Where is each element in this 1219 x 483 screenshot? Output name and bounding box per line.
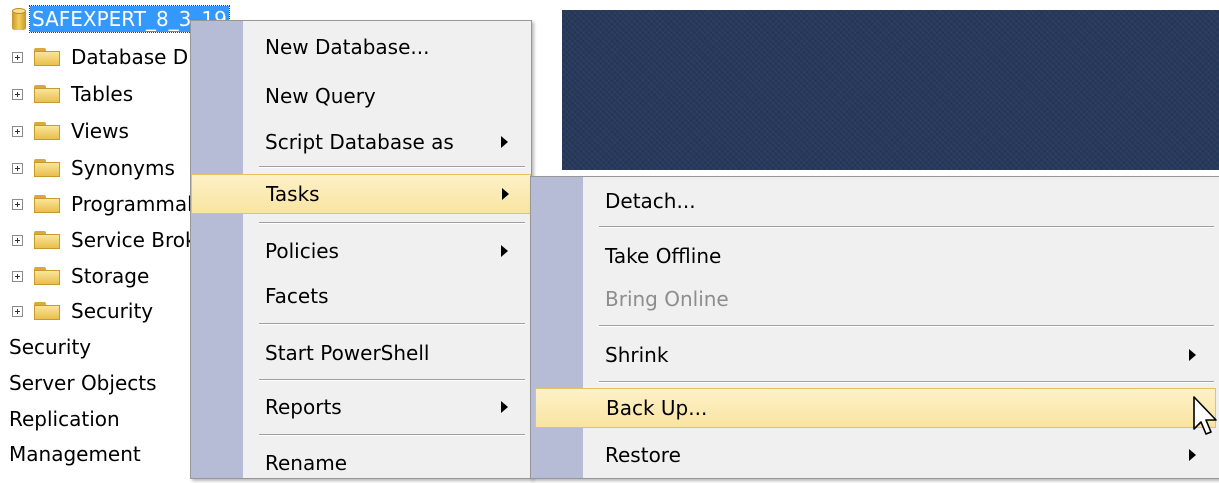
menu-item-label: Shrink (605, 343, 669, 367)
menu-separator (599, 325, 1214, 327)
submenu-arrow-icon (501, 401, 508, 413)
folder-icon (34, 195, 60, 213)
menu-item-new-database[interactable]: New Database... (191, 27, 531, 67)
expand-icon[interactable] (12, 270, 23, 282)
menu-item-start-powershell[interactable]: Start PowerShell (191, 333, 531, 373)
menu-item-back-up[interactable]: Back Up... (535, 388, 1216, 428)
folder-icon (34, 48, 60, 66)
tree-folder[interactable]: Tables (12, 77, 133, 111)
menu-item-new-query[interactable]: New Query (191, 76, 531, 116)
menu-item-label: Restore (605, 443, 681, 467)
document-area-background (562, 10, 1219, 170)
menu-item-facets[interactable]: Facets (191, 276, 531, 316)
tree-root-item[interactable]: Management (9, 437, 141, 471)
tree-folder-label: Synonyms (71, 156, 175, 180)
tree-folder-label: Tables (71, 82, 134, 106)
tree-folder[interactable]: Synonyms (12, 151, 175, 185)
folder-icon (34, 302, 60, 320)
tree-root-label: Server Objects (9, 371, 157, 395)
menu-separator (259, 166, 525, 168)
menu-separator (259, 379, 525, 381)
menu-item-label: Script Database as (265, 130, 454, 154)
menu-item-shrink[interactable]: Shrink (531, 335, 1219, 375)
folder-icon (34, 85, 60, 103)
folder-icon (34, 267, 60, 285)
menu-separator (599, 226, 1214, 228)
menu-item-label: Reports (265, 395, 342, 419)
menu-item-label: Rename (265, 451, 348, 475)
menu-item-label: New Database... (265, 35, 430, 59)
expand-icon[interactable] (12, 234, 23, 246)
menu-item-label: Facets (265, 284, 329, 308)
menu-item-reports[interactable]: Reports (191, 387, 531, 427)
database-icon (12, 8, 26, 30)
tasks-submenu: Detach... Take Offline Bring Online Shri… (530, 176, 1219, 479)
tree-folder[interactable]: Views (12, 114, 129, 148)
menu-item-label: New Query (265, 84, 376, 108)
mouse-cursor-icon (1193, 396, 1217, 435)
menu-item-detach[interactable]: Detach... (531, 181, 1219, 221)
menu-item-label: Detach... (605, 189, 696, 213)
database-context-menu: New Database... New Query Script Databas… (190, 20, 532, 479)
folder-icon (34, 231, 60, 249)
tree-folder[interactable]: Storage (12, 259, 149, 293)
submenu-arrow-icon (501, 245, 508, 257)
expand-icon[interactable] (12, 51, 23, 63)
menu-item-rename[interactable]: Rename (191, 443, 531, 483)
tree-root-label: Security (9, 335, 92, 359)
menu-separator (599, 381, 1214, 383)
menu-separator (259, 323, 525, 325)
expand-icon[interactable] (12, 305, 23, 317)
submenu-arrow-icon (1189, 449, 1196, 461)
menu-item-script-database-as[interactable]: Script Database as (191, 122, 531, 162)
folder-icon (34, 122, 60, 140)
tree-root-item[interactable]: Replication (9, 402, 120, 436)
expand-icon[interactable] (12, 88, 23, 100)
tree-folder-label: Security (71, 299, 154, 323)
folder-icon (34, 159, 60, 177)
menu-gutter (531, 177, 583, 478)
expand-icon[interactable] (12, 125, 23, 137)
menu-item-label: Policies (265, 239, 339, 263)
menu-item-label: Back Up... (606, 396, 708, 420)
menu-item-restore[interactable]: Restore (531, 435, 1219, 475)
submenu-arrow-icon (1189, 349, 1196, 361)
expand-icon[interactable] (12, 162, 23, 174)
tree-root-label: Management (9, 442, 141, 466)
tree-folder[interactable]: Service Broker (12, 223, 216, 257)
submenu-arrow-icon (502, 188, 509, 200)
menu-item-label: Start PowerShell (265, 341, 430, 365)
menu-item-label: Tasks (266, 182, 320, 206)
submenu-arrow-icon (501, 136, 508, 148)
menu-item-policies[interactable]: Policies (191, 231, 531, 271)
menu-item-tasks[interactable]: Tasks (191, 174, 531, 214)
menu-item-bring-online: Bring Online (531, 279, 1219, 319)
expand-icon[interactable] (12, 198, 23, 210)
menu-item-label: Bring Online (605, 287, 729, 311)
menu-item-label: Take Offline (605, 244, 722, 268)
tree-root-item[interactable]: Security (9, 330, 91, 364)
menu-separator (259, 434, 525, 436)
tree-folder[interactable]: Security (12, 294, 153, 328)
tree-root-label: Replication (9, 407, 120, 431)
menu-separator (259, 222, 525, 224)
menu-item-take-offline[interactable]: Take Offline (531, 236, 1219, 276)
tree-folder-label: Views (71, 119, 129, 143)
tree-folder-label: Storage (71, 264, 150, 288)
tree-root-item[interactable]: Server Objects (9, 366, 157, 400)
